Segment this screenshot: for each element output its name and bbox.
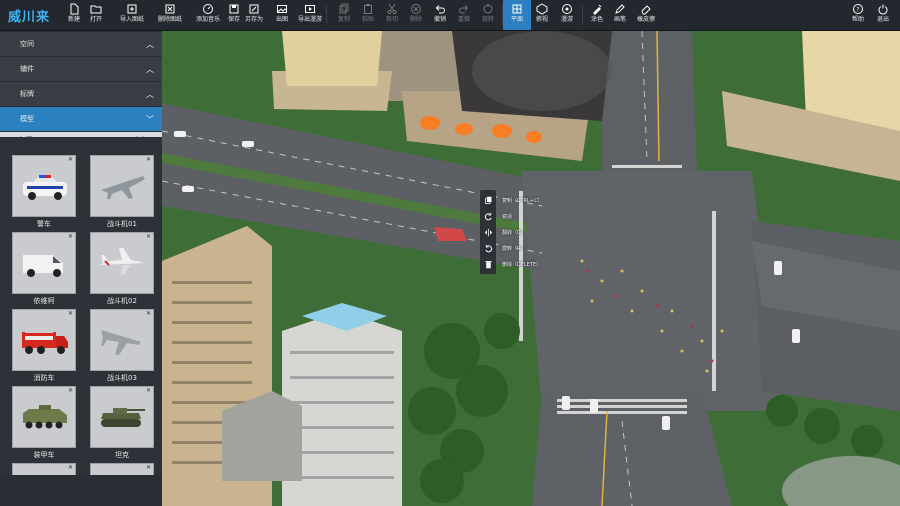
ctx-copy-button[interactable]	[480, 192, 496, 208]
rotate-icon	[484, 244, 492, 252]
model-fighter-01[interactable]: ✕	[90, 155, 154, 217]
close-icon[interactable]: ✕	[68, 387, 73, 394]
fighter-jet-icon	[101, 330, 141, 355]
ctx-mirror-button[interactable]	[480, 208, 496, 224]
tour-icon	[562, 4, 572, 14]
svg-text:?: ?	[856, 6, 859, 13]
category-signs[interactable]: 标牌 ︿	[0, 82, 162, 106]
paint-icon	[593, 4, 602, 15]
model-grid: ✕ 警车 ✕ 战斗机01 ✕ 依维柯 ✕ 战斗机02 ✕ 消防车 ✕ 战斗机03…	[0, 137, 162, 475]
chevron-down-icon: ﹀	[146, 114, 154, 124]
ctx-rotate-button[interactable]	[480, 240, 496, 256]
model-label: 战斗机02	[107, 297, 137, 305]
ctx-mirror-label: 镜适	[502, 214, 513, 220]
ctx-delete-button[interactable]	[480, 256, 496, 272]
close-icon[interactable]: ✕	[146, 464, 151, 471]
eraser-icon	[641, 5, 651, 15]
category-accessories[interactable]: 辅件 ︿	[0, 57, 162, 81]
chevron-up-icon: ︿	[146, 89, 154, 99]
armored-vehicle-icon	[23, 405, 67, 429]
model-fire-truck[interactable]: ✕	[12, 309, 76, 371]
rotate-button[interactable]: 旋转	[472, 0, 504, 30]
new-file-icon	[70, 3, 79, 15]
eraser-button[interactable]: 橡皮擦	[630, 0, 662, 30]
ctx-delete-label: 删除（DELETE）	[502, 262, 542, 268]
app-logo: 威川来	[7, 9, 50, 25]
object-context-menu: 复制（CTRL+C） 镜适 翻转（G） 旋转（R） 删除（DELETE）	[480, 190, 543, 274]
ctx-flip-button[interactable]	[480, 224, 496, 240]
cut-icon	[387, 3, 397, 14]
police-car-icon	[23, 175, 67, 200]
paste-icon	[364, 4, 372, 14]
undo-icon	[435, 5, 445, 14]
model-police-car[interactable]: ✕	[12, 155, 76, 217]
power-icon	[878, 4, 888, 15]
export-tour-icon	[305, 5, 315, 13]
model-label: 警车	[37, 220, 51, 228]
model-armored-vehicle[interactable]: ✕	[12, 386, 76, 448]
tour-button[interactable]: 漫游	[551, 0, 583, 30]
help-icon: ?	[853, 4, 863, 14]
flip-icon	[484, 228, 492, 236]
ctx-rotate-label: 旋转（R）	[502, 246, 526, 252]
top-view-icon	[536, 3, 548, 15]
close-icon[interactable]: ✕	[68, 233, 73, 240]
model-fighter-02[interactable]: ✕	[90, 232, 154, 294]
top-toolbar: 威川来 新建 打开 导入图纸 删除图纸 添加音乐 保存 另存为 出图 导出漫游 …	[0, 0, 900, 31]
chevron-up-icon: ︿	[146, 64, 154, 74]
redo-icon	[459, 5, 469, 14]
model-military-truck[interactable]: ✕	[12, 463, 76, 475]
export-tour-button[interactable]: 导出漫游	[294, 0, 326, 30]
delete-drawing-icon	[165, 4, 175, 14]
ctx-flip-label: 翻转（G）	[502, 230, 526, 236]
close-icon[interactable]: ✕	[146, 387, 151, 394]
fighter-jet-icon	[99, 248, 145, 275]
fire-truck-icon	[22, 330, 68, 354]
exit-button[interactable]: 退出	[868, 0, 898, 30]
copy-icon	[339, 3, 349, 14]
close-icon[interactable]: ✕	[146, 233, 151, 240]
mirror-icon	[484, 212, 492, 220]
export-image-icon	[277, 5, 287, 13]
model-label: 战斗机03	[107, 374, 137, 382]
model-fighter-03[interactable]: ✕	[90, 309, 154, 371]
delete-icon	[485, 260, 491, 268]
save-as-icon	[249, 4, 259, 14]
toolbar-divider	[326, 5, 327, 25]
close-icon[interactable]: ✕	[146, 156, 151, 163]
close-icon[interactable]: ✕	[68, 156, 73, 163]
category-models[interactable]: 模型 ﹀	[0, 107, 162, 131]
close-icon[interactable]: ✕	[146, 310, 151, 317]
model-humvee[interactable]: ✕	[90, 463, 154, 475]
rotate-icon	[483, 4, 493, 14]
import-drawing-icon	[127, 4, 137, 14]
pen-icon	[615, 4, 625, 14]
model-tank[interactable]: ✕	[90, 386, 154, 448]
category-space[interactable]: 空间 ︿	[0, 32, 162, 56]
close-icon[interactable]: ✕	[68, 464, 73, 471]
copy-icon	[484, 196, 491, 204]
model-label: 装甲车	[33, 451, 55, 459]
folder-open-icon	[90, 5, 102, 14]
model-label: 坦克	[115, 451, 129, 459]
plan-view-icon	[512, 4, 522, 14]
van-icon	[23, 255, 63, 277]
tank-icon	[101, 408, 145, 427]
chevron-up-icon: ︿	[146, 39, 154, 49]
model-iveco-van[interactable]: ✕	[12, 232, 76, 294]
open-button[interactable]: 打开	[80, 0, 112, 30]
fighter-jet-icon	[101, 176, 145, 199]
model-label: 战斗机01	[107, 220, 137, 228]
delete-icon	[411, 4, 421, 14]
ctx-copy-label: 复制（CTRL+C）	[502, 198, 543, 204]
import-drawing-button[interactable]: 导入图纸	[116, 0, 148, 30]
model-label: 消防车	[33, 374, 55, 382]
music-icon	[203, 4, 213, 14]
model-label: 依维柯	[33, 297, 55, 305]
close-icon[interactable]: ✕	[68, 310, 73, 317]
delete-drawing-button[interactable]: 删除图纸	[154, 0, 186, 30]
